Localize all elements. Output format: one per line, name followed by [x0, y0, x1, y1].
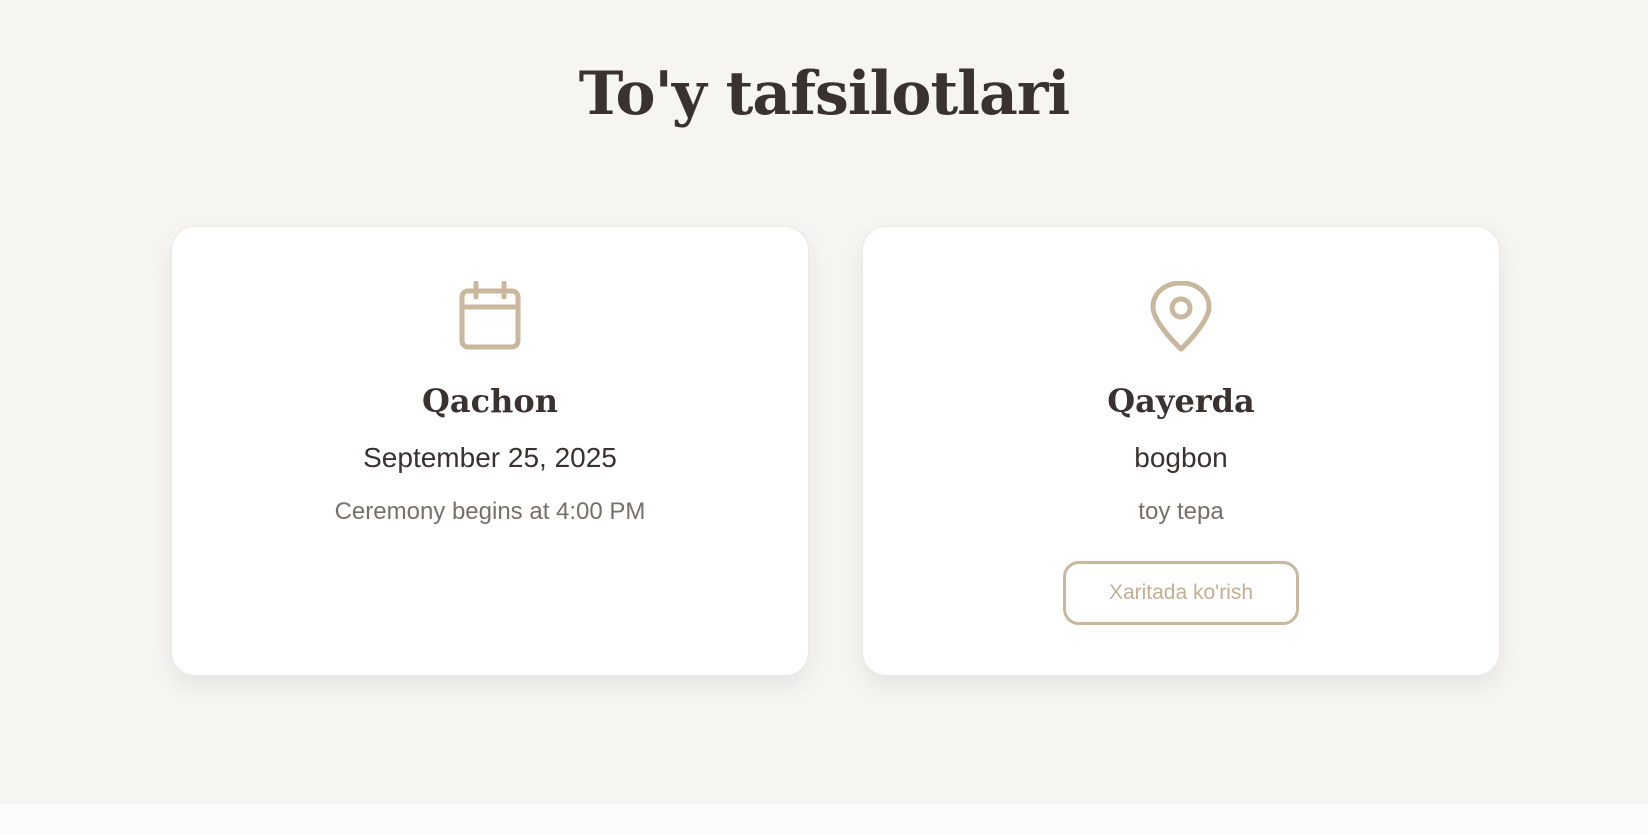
- venue-name: bogbon: [1134, 442, 1228, 473]
- where-heading: Qayerda: [1107, 382, 1255, 420]
- venue-address: toy tepa: [1138, 498, 1224, 525]
- wedding-details-section: To'y tafsilotlari Qachon September 25, 2…: [0, 0, 1648, 804]
- where-card: Qayerda bogbon toy tepa Xaritada ko'rish: [862, 226, 1500, 676]
- ceremony-time-note: Ceremony begins at 4:00 PM: [334, 498, 646, 525]
- map-pin-icon: [1145, 281, 1217, 353]
- wedding-date: September 25, 2025: [363, 442, 617, 473]
- calendar-icon: [454, 281, 526, 353]
- view-on-map-button[interactable]: Xaritada ko'rish: [1063, 561, 1299, 625]
- next-section-edge: [0, 804, 1648, 834]
- when-card: Qachon September 25, 2025 Ceremony begin…: [171, 226, 809, 676]
- section-title: To'y tafsilotlari: [578, 59, 1070, 129]
- when-heading: Qachon: [422, 382, 558, 420]
